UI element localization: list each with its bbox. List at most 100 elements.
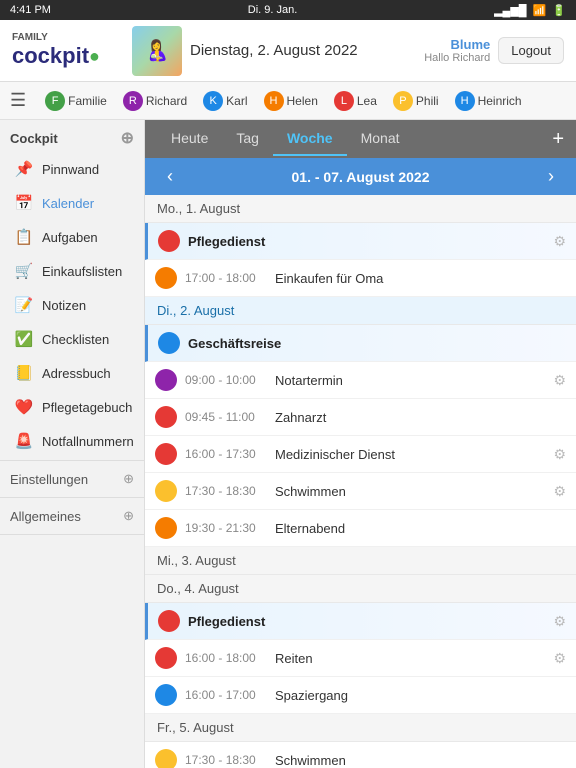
event-avatar	[158, 610, 180, 632]
sidebar-section-allgemeines[interactable]: Allgemeines⊕	[0, 500, 144, 532]
sidebar-icon: 📅	[14, 194, 34, 212]
prev-week-button[interactable]: ‹	[157, 166, 183, 187]
sidebar-item-aufgaben[interactable]: 📋 Aufgaben	[0, 220, 144, 254]
sidebar-section-einstellungen[interactable]: Einstellungen⊕	[0, 463, 144, 495]
family-nav-item-familie[interactable]: FFamilie	[38, 87, 114, 115]
next-week-button[interactable]: ›	[538, 166, 564, 187]
event-avatar	[158, 230, 180, 252]
header-user: Blume Hallo Richard	[424, 37, 490, 64]
event-row[interactable]: 16:00 - 17:30Medizinischer Dienst⚙	[145, 436, 576, 473]
event-gear-icon[interactable]: ⚙	[553, 372, 566, 389]
event-title: Pflegedienst	[188, 234, 549, 249]
add-event-button[interactable]: +	[552, 128, 564, 151]
family-nav-item-karl[interactable]: KKarl	[196, 87, 254, 115]
view-tab-monat[interactable]: Monat	[347, 122, 414, 156]
event-time: 09:45 - 11:00	[185, 410, 275, 424]
event-title: Einkaufen für Oma	[275, 271, 566, 286]
event-time: 16:00 - 17:30	[185, 447, 275, 461]
sidebar-item-label: Pflegetagebuch	[42, 400, 132, 415]
day-header: Di., 2. August	[145, 297, 576, 325]
status-day: Di. 9. Jan.	[248, 4, 298, 16]
view-tabs: HeuteTagWocheMonat +	[145, 120, 576, 158]
event-gear-icon[interactable]: ⚙	[553, 233, 566, 250]
view-tab-tag[interactable]: Tag	[222, 122, 273, 156]
sidebar-divider	[0, 534, 144, 535]
sidebar-icon: ✅	[14, 330, 34, 348]
status-icons: ▂▄▆█ 📶 🔋	[494, 4, 566, 17]
week-navigator: ‹ 01. - 07. August 2022 ›	[145, 158, 576, 195]
event-title: Notartermin	[275, 373, 549, 388]
event-row[interactable]: 09:00 - 10:00Notartermin⚙	[145, 362, 576, 399]
family-nav-label: Familie	[68, 94, 107, 108]
event-title: Pflegedienst	[188, 614, 549, 629]
event-row[interactable]: 17:30 - 18:30Schwimmen	[145, 742, 576, 768]
family-nav-label: Richard	[146, 94, 187, 108]
event-row[interactable]: Pflegedienst ⚙	[145, 223, 576, 260]
event-avatar	[158, 332, 180, 354]
event-row[interactable]: 17:00 - 18:00Einkaufen für Oma	[145, 260, 576, 297]
sidebar-icon: 🚨	[14, 432, 34, 450]
sidebar-item-label: Adressbuch	[42, 366, 111, 381]
event-row[interactable]: Pflegedienst ⚙	[145, 603, 576, 640]
sidebar-item-adressbuch[interactable]: 📒 Adressbuch	[0, 356, 144, 390]
sidebar-item-notizen[interactable]: 📝Notizen	[0, 288, 144, 322]
event-title: Geschäftsreise	[188, 336, 566, 351]
logo-cockpit-text: cockpit	[12, 43, 89, 69]
status-bar: 4:41 PM Di. 9. Jan. ▂▄▆█ 📶 🔋	[0, 0, 576, 20]
sidebar-item-label: Pinnwand	[42, 162, 99, 177]
family-nav-item-helen[interactable]: HHelen	[257, 87, 325, 115]
event-avatar	[155, 480, 177, 502]
view-tab-woche[interactable]: Woche	[273, 122, 347, 156]
hamburger-icon[interactable]: ☰	[10, 90, 26, 111]
sidebar-item-kalender[interactable]: 📅Kalender	[0, 186, 144, 220]
event-row[interactable]: 16:00 - 18:00Reiten⚙	[145, 640, 576, 677]
sidebar-section-label: Einstellungen	[10, 472, 88, 487]
sidebar-icon: 📒	[14, 364, 34, 382]
event-row[interactable]: Geschäftsreise	[145, 325, 576, 362]
sidebar-sections-list: Einstellungen⊕ Allgemeines⊕	[0, 463, 144, 535]
sidebar-item-pflegetagebuch[interactable]: ❤️ Pflegetagebuch	[0, 390, 144, 424]
event-avatar	[155, 369, 177, 391]
view-tab-items: HeuteTagWocheMonat	[157, 122, 414, 156]
event-gear-icon[interactable]: ⚙	[553, 483, 566, 500]
sidebar-item-einkaufslisten[interactable]: 🛒Einkaufslisten	[0, 254, 144, 288]
event-row[interactable]: 09:45 - 11:00Zahnarzt	[145, 399, 576, 436]
calendar-content: Mo., 1. AugustPflegedienst⚙17:00 - 18:00…	[145, 195, 576, 768]
sidebar-items-list: 📌 Pinnwand 📅Kalender 📋 Aufgaben 🛒Einkaufslist…	[0, 152, 144, 458]
sidebar-item-checklisten[interactable]: ✅ Checklisten	[0, 322, 144, 356]
main-layout: Cockpit ⊕ 📌Pinnwand📅Kalender📋Aufgaben🛒Ei…	[0, 120, 576, 768]
event-title: Reiten	[275, 651, 549, 666]
event-gear-icon[interactable]: ⚙	[553, 613, 566, 630]
sidebar-section-cockpit: Cockpit ⊕	[0, 120, 144, 152]
event-row[interactable]: 19:30 - 21:30Elternabend	[145, 510, 576, 547]
sidebar-icon: 📝	[14, 296, 34, 314]
event-title: Schwimmen	[275, 484, 549, 499]
family-nav-item-richard[interactable]: RRichard	[116, 87, 194, 115]
event-time: 16:00 - 17:00	[185, 688, 275, 702]
event-title: Spaziergang	[275, 688, 566, 703]
sidebar-divider	[0, 497, 144, 498]
sidebar-item-notfallnummern[interactable]: 🚨 Notfallnummern	[0, 424, 144, 458]
family-nav-item-lea[interactable]: LLea	[327, 87, 384, 115]
sidebar-icon: 📋	[14, 228, 34, 246]
sidebar-item-label: Notfallnummern	[42, 434, 134, 449]
sidebar-item-label: Checklisten	[42, 332, 109, 347]
event-row[interactable]: 17:30 - 18:30Schwimmen⚙	[145, 473, 576, 510]
event-row[interactable]: 16:00 - 17:00Spaziergang	[145, 677, 576, 714]
family-nav-label: Heinrich	[478, 94, 522, 108]
event-gear-icon[interactable]: ⚙	[553, 446, 566, 463]
sidebar-section-title: Cockpit	[10, 131, 58, 146]
view-tab-heute[interactable]: Heute	[157, 122, 222, 156]
event-gear-icon[interactable]: ⚙	[553, 650, 566, 667]
sidebar-icon: 📌	[14, 160, 34, 178]
logout-button[interactable]: Logout	[498, 37, 564, 64]
logo-family-text: FAMILY	[12, 32, 100, 43]
logo: FAMILY cockpit ●	[12, 32, 132, 69]
family-nav-item-phili[interactable]: PPhili	[386, 87, 446, 115]
family-nav-item-heinrich[interactable]: HHeinrich	[448, 87, 529, 115]
sidebar-item-label: Aufgaben	[42, 230, 98, 245]
sidebar-icon: ❤️	[14, 398, 34, 416]
event-title: Elternabend	[275, 521, 566, 536]
sidebar-icon: 🛒	[14, 262, 34, 280]
sidebar-item-pinnwand[interactable]: 📌 Pinnwand	[0, 152, 144, 186]
